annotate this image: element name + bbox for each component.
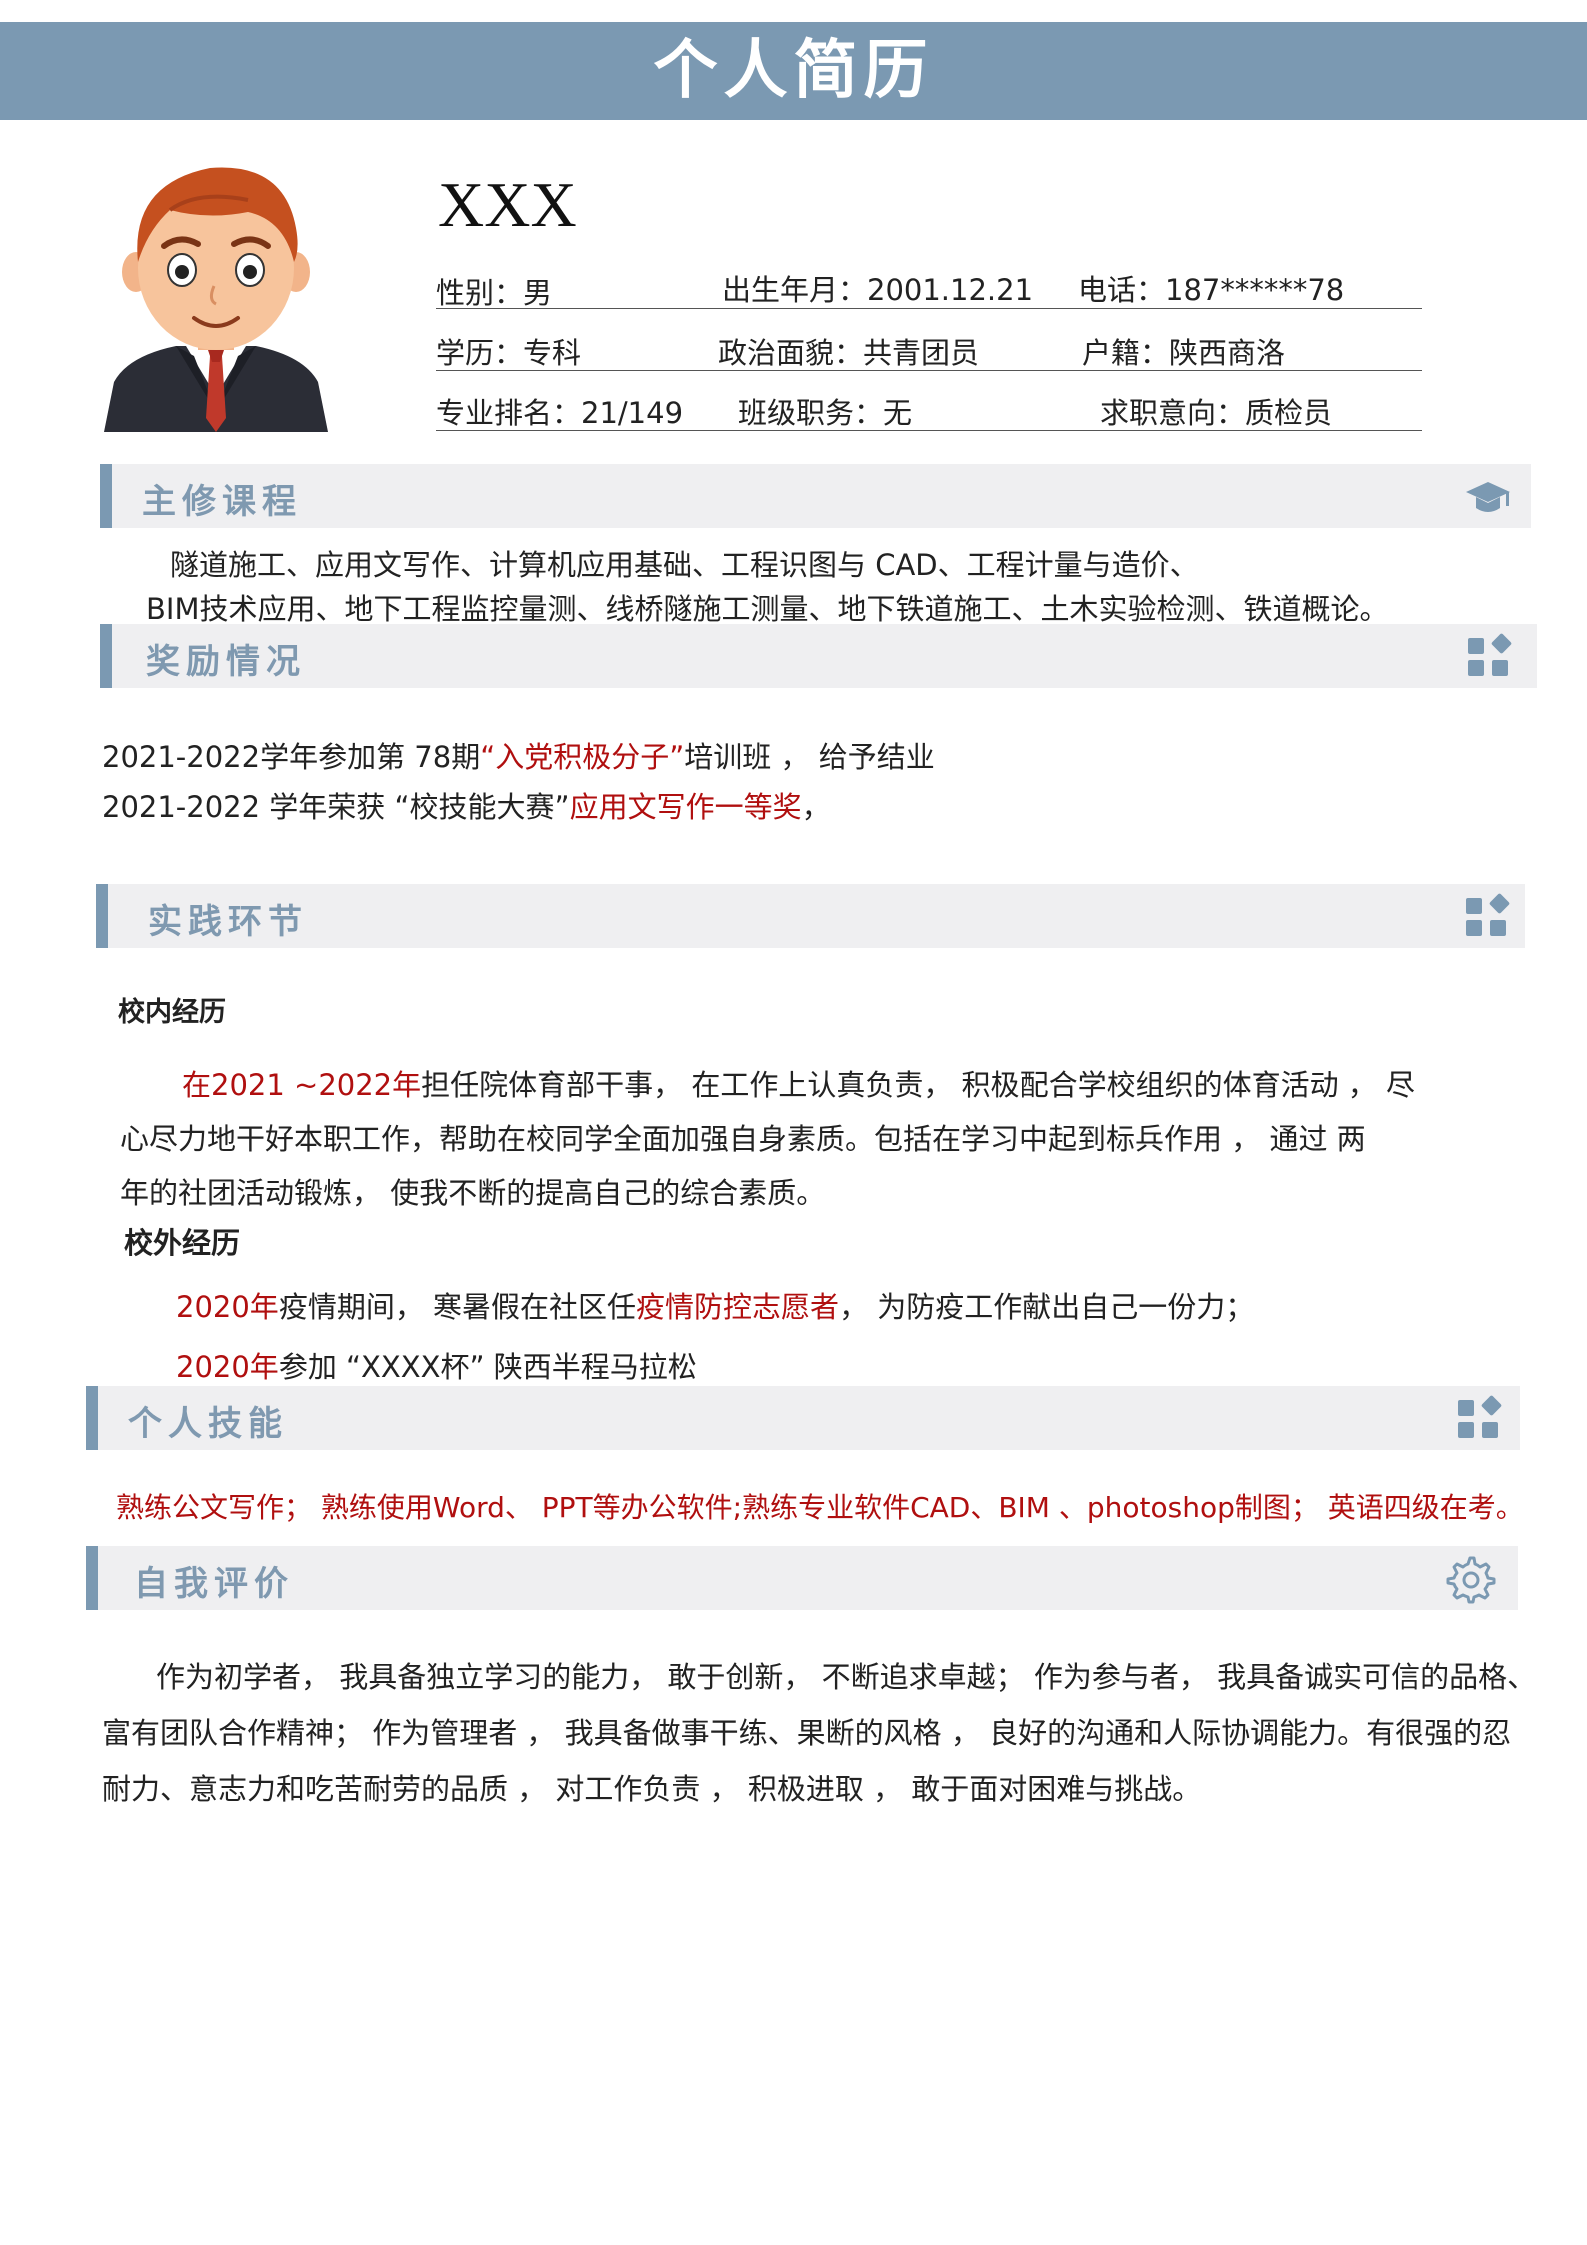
practice-outer-title: 校外经历 bbox=[124, 1226, 241, 1260]
section-header-awards bbox=[100, 624, 1537, 688]
practice-outer-line-2: 2020年参加 “XXXX杯” 陕西半程马拉松 bbox=[176, 1350, 697, 1384]
graduation-cap-icon bbox=[1466, 482, 1510, 512]
avatar bbox=[104, 167, 328, 432]
section-header-practice bbox=[96, 884, 1525, 948]
grid-icon bbox=[1466, 893, 1510, 936]
section-title-self: 自我评价 bbox=[134, 1564, 294, 1604]
intent-field: 求职意向：质检员 bbox=[1100, 396, 1333, 430]
practice-inner-line-1: 在2021 ~2022年担任院体育部干事， 在工作上认真负责， 积极配合学校组织… bbox=[182, 1068, 1415, 1102]
candidate-name: XXX bbox=[438, 169, 577, 240]
self-line-1: 作为初学者， 我具备独立学习的能力， 敢于创新， 不断追求卓越； 作为参与者， … bbox=[156, 1660, 1537, 1694]
section-accent bbox=[100, 624, 112, 688]
section-accent bbox=[86, 1546, 98, 1610]
gender-field: 性别：男 bbox=[436, 276, 553, 310]
skills-text: 熟练公文写作； 熟练使用Word、 PPT等办公软件;熟练专业软件CAD、BIM… bbox=[116, 1491, 1524, 1524]
section-accent bbox=[96, 884, 108, 948]
section-header-skills bbox=[86, 1386, 1520, 1450]
grid-icon bbox=[1458, 1395, 1502, 1438]
courses-line-2: BIM技术应用、地下工程监控量测、线桥隧施工测量、地下铁道施工、土木实验检测、铁… bbox=[146, 592, 1389, 626]
section-header-self bbox=[86, 1546, 1518, 1610]
courses-line-1: 隧道施工、应用文写作、计算机应用基础、工程识图与 CAD、工程计量与造价、 bbox=[170, 548, 1199, 582]
practice-outer-line-1: 2020年疫情期间， 寒暑假在社区任疫情防控志愿者， 为防疫工作献出自己一份力； bbox=[176, 1290, 1255, 1324]
award-item-2: 2021-2022 学年荣获 “校技能大赛”应用文写作一等奖， bbox=[102, 790, 831, 824]
section-title-skills: 个人技能 bbox=[128, 1404, 288, 1444]
section-title-awards: 奖励情况 bbox=[146, 642, 306, 682]
duty-field: 班级职务：无 bbox=[738, 396, 913, 430]
award-item-1: 2021-2022学年参加第 78期“入党积极分子”培训班 ， 给予结业 bbox=[102, 740, 935, 774]
birth-field: 出生年月：2001.12.21 bbox=[722, 273, 1034, 307]
hukou-field: 户籍：陕西商洛 bbox=[1082, 336, 1286, 370]
self-line-3: 耐力、意志力和吃苦耐劳的品质 ， 对工作负责 ， 积极进取 ， 敢于面对困难与挑… bbox=[102, 1772, 1202, 1806]
self-line-2: 富有团队合作精神； 作为管理者 ， 我具备做事干练、果断的风格 ， 良好的沟通和… bbox=[102, 1716, 1512, 1750]
grid-icon bbox=[1468, 633, 1512, 676]
education-field: 学历：专科 bbox=[436, 336, 582, 370]
phone-field: 电话：187******78 bbox=[1078, 273, 1345, 307]
page-title: 个人简历 bbox=[653, 34, 934, 108]
section-accent bbox=[100, 464, 112, 528]
section-title-courses: 主修课程 bbox=[142, 482, 302, 522]
gear-icon bbox=[1446, 1556, 1496, 1604]
practice-inner-line-3: 年的社团活动锻炼， 使我不断的提高自己的综合素质。 bbox=[120, 1176, 826, 1210]
section-title-practice: 实践环节 bbox=[148, 902, 308, 942]
divider bbox=[436, 308, 1422, 309]
section-accent bbox=[86, 1386, 98, 1450]
section-header-courses bbox=[100, 464, 1531, 528]
divider bbox=[436, 430, 1422, 431]
rank-field: 专业排名：21/149 bbox=[436, 396, 684, 430]
practice-inner-title: 校内经历 bbox=[118, 997, 226, 1028]
divider bbox=[436, 370, 1422, 371]
politics-field: 政治面貌：共青团员 bbox=[718, 336, 980, 370]
practice-inner-line-2: 心尽力地干好本职工作，帮助在校同学全面加强自身素质。包括在学习中起到标兵作用 ，… bbox=[120, 1122, 1366, 1156]
